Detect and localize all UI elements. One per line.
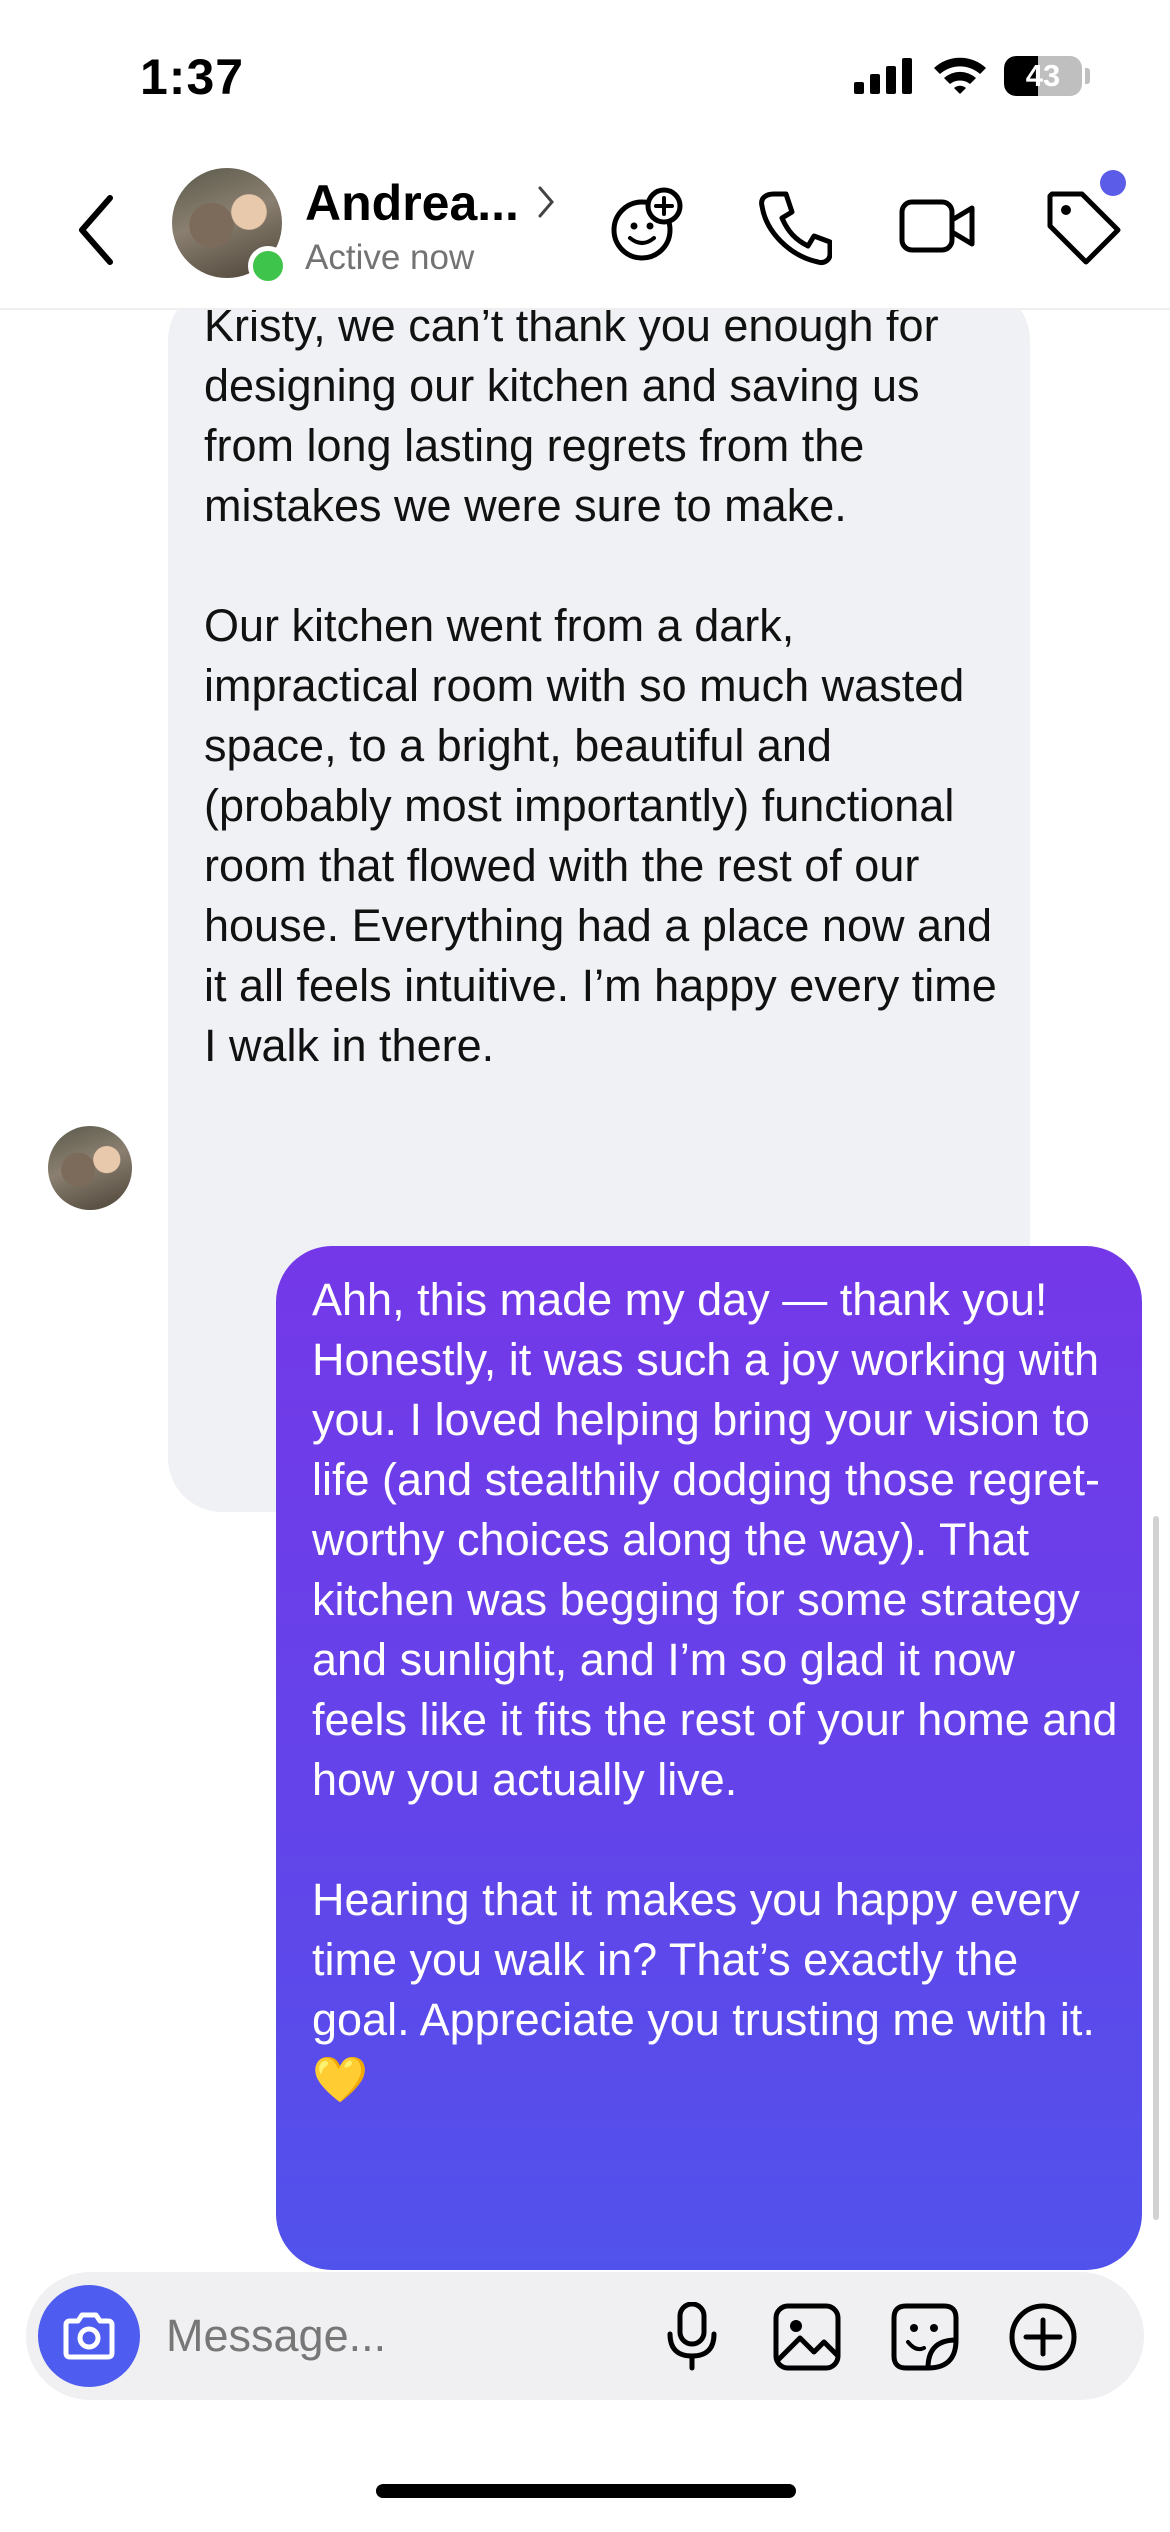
outgoing-message-text: Ahh, this made my day — thank you! Hones…	[312, 1270, 1122, 2110]
chat-header: Andrea... Active now	[0, 150, 1170, 310]
gallery-icon[interactable]	[772, 2302, 842, 2372]
back-chevron-icon[interactable]	[72, 192, 122, 268]
tag-icon[interactable]	[1042, 186, 1122, 266]
sender-avatar[interactable]	[48, 1126, 132, 1210]
cellular-signal-icon	[854, 58, 912, 94]
sticker-icon[interactable]	[890, 2302, 960, 2372]
effects-icon[interactable]	[606, 186, 686, 266]
home-indicator[interactable]	[376, 2484, 796, 2498]
online-indicator	[248, 246, 288, 286]
chevron-right-icon[interactable]	[536, 184, 556, 220]
microphone-icon[interactable]	[664, 2302, 720, 2372]
status-bar: 1:37 43	[0, 0, 1170, 150]
camera-icon	[63, 2312, 115, 2360]
active-status: Active now	[305, 238, 475, 277]
incoming-message-text: Kristy, we can’t thank you enough for de…	[204, 310, 997, 1071]
battery-percent: 43	[1025, 58, 1061, 93]
camera-button[interactable]	[38, 2285, 140, 2387]
battery-cap	[1085, 68, 1090, 84]
plus-icon[interactable]	[1008, 2302, 1078, 2372]
message-thread[interactable]: Kristy, we can’t thank you enough for de…	[0, 310, 1170, 2270]
outgoing-message-body: Ahh, this made my day — thank you! Hones…	[312, 1274, 1118, 2045]
video-camera-icon[interactable]	[898, 186, 976, 266]
message-composer	[26, 2272, 1144, 2400]
scrollbar[interactable]	[1153, 1516, 1159, 2220]
notification-dot	[1100, 170, 1126, 196]
outgoing-message-bubble[interactable]: Ahh, this made my day — thank you! Hones…	[276, 1246, 1142, 2270]
status-time: 1:37	[140, 49, 245, 105]
wifi-icon	[934, 57, 986, 94]
contact-name[interactable]: Andrea...	[305, 174, 519, 232]
battery-icon: 43	[1004, 56, 1082, 96]
phone-icon[interactable]	[758, 186, 832, 266]
yellow-heart-emoji: 💛	[312, 2053, 369, 2106]
message-input[interactable]	[166, 2304, 646, 2368]
